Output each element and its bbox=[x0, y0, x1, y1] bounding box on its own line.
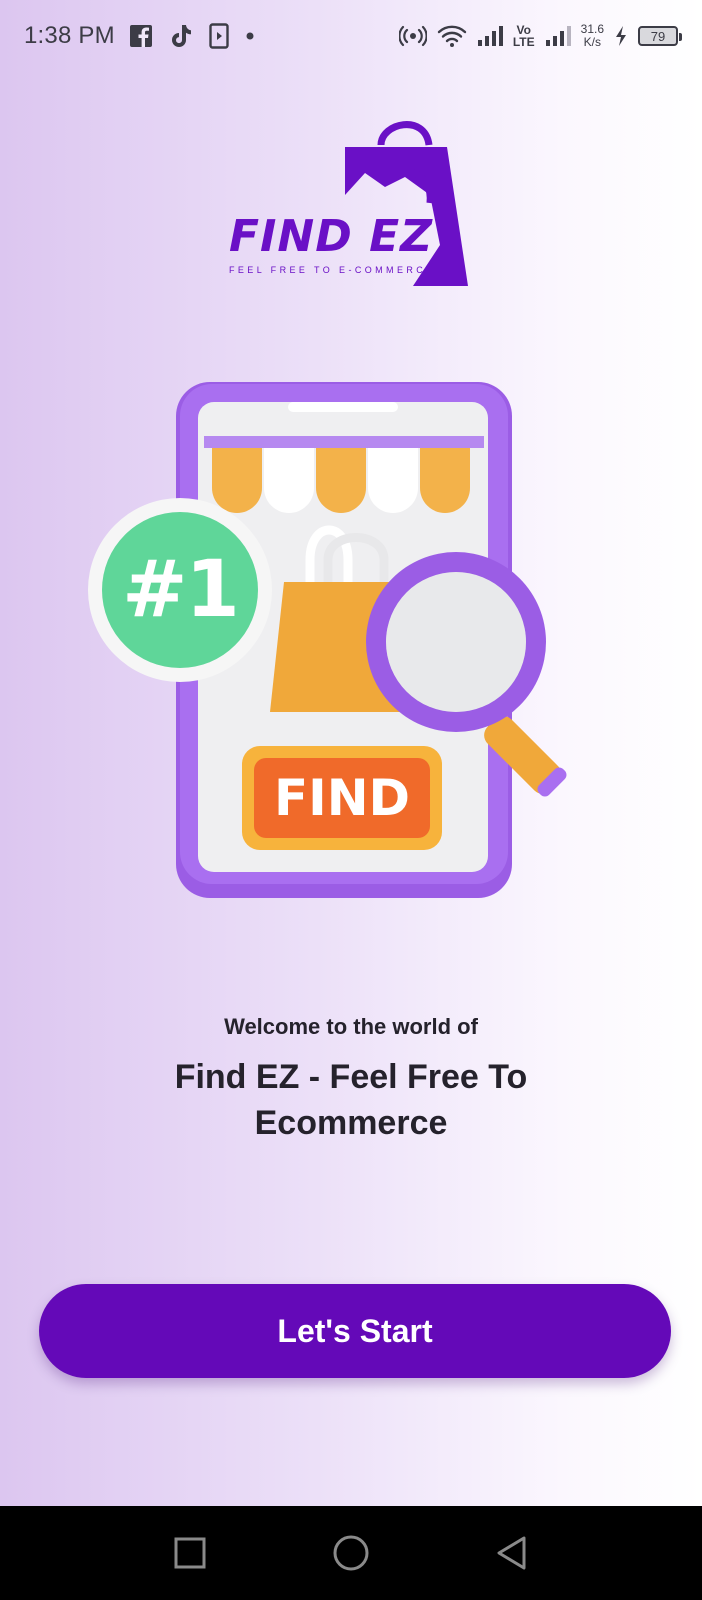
net-speed: 31.6 K/s bbox=[581, 23, 604, 49]
home-button[interactable] bbox=[321, 1523, 381, 1583]
lets-start-button[interactable]: Let's Start bbox=[39, 1284, 671, 1378]
recents-icon bbox=[174, 1537, 206, 1569]
charging-icon bbox=[614, 25, 628, 47]
logo-tagline: FEEL FREE TO E-COMMERCE bbox=[229, 265, 436, 275]
wifi-icon bbox=[437, 24, 467, 48]
illustration-art bbox=[88, 382, 567, 898]
number-one-badge: #1 bbox=[122, 545, 240, 635]
volte-bottom: LTE bbox=[512, 35, 535, 49]
signal-icon-2 bbox=[545, 25, 571, 47]
battery-icon: 79 bbox=[638, 26, 682, 46]
find-sign: FIND bbox=[273, 769, 411, 827]
media-icon bbox=[209, 23, 229, 49]
hotspot-icon bbox=[398, 25, 427, 47]
signal-icon bbox=[477, 25, 503, 47]
find-ez-logo: FIND EZ FEEL FREE TO E-COMMERCE bbox=[225, 115, 485, 295]
recents-button[interactable] bbox=[160, 1523, 220, 1583]
status-bar: 1:38 PM Vo LTE 31.6 K/s 79 bbox=[0, 0, 702, 72]
back-icon bbox=[497, 1536, 526, 1570]
tiktok-icon bbox=[169, 23, 193, 49]
status-time: 1:38 PM bbox=[24, 22, 115, 49]
facebook-icon bbox=[129, 24, 153, 48]
system-nav-bar bbox=[0, 1506, 702, 1600]
dot-icon bbox=[245, 31, 255, 41]
home-icon bbox=[333, 1535, 369, 1571]
welcome-title: Find EZ - Feel Free To Ecommerce bbox=[174, 1058, 528, 1142]
store-search-illustration: #1 FIND bbox=[88, 380, 598, 920]
logo-wordmark: FIND EZ bbox=[229, 211, 434, 262]
battery-level: 79 bbox=[650, 28, 666, 44]
welcome-subtitle: Welcome to the world of bbox=[224, 1014, 478, 1039]
net-speed-unit: K/s bbox=[583, 35, 601, 49]
back-button[interactable] bbox=[482, 1523, 542, 1583]
volte-label: Vo LTE bbox=[513, 24, 535, 48]
net-speed-value: 31.6 bbox=[580, 22, 604, 36]
